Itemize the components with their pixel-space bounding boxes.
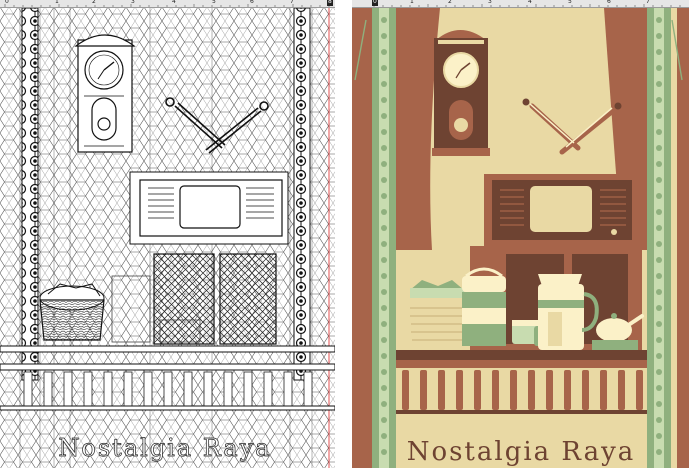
woven-basket[interactable] [408, 280, 466, 348]
color-artwork[interactable]: Nostalgia Raya [352, 0, 689, 468]
ruler-label: 2 [448, 0, 452, 5]
ruler-label: 3 [131, 0, 135, 5]
panel-gap [335, 0, 352, 468]
ruler-label: 7 [646, 0, 650, 5]
horizontal-ruler-left[interactable]: 0 1 2 3 4 5 6 7 8 [0, 0, 335, 8]
ruler-label: 1 [410, 0, 414, 5]
cabinet-outline[interactable] [129, 171, 289, 245]
tiffin-carrier[interactable] [462, 267, 506, 346]
ruler-label: 6 [607, 0, 611, 5]
basket-outline[interactable] [39, 283, 105, 341]
border-column-right [647, 8, 671, 468]
border-column-left [21, 7, 39, 381]
artwork-title: Nostalgia Raya [407, 437, 636, 467]
cupboard-door-left[interactable] [153, 253, 215, 345]
ruler-label: 6 [250, 0, 254, 5]
cupboard-door-right[interactable] [219, 253, 277, 345]
ruler-label: 4 [528, 0, 532, 5]
ruler-label: 8 [327, 0, 333, 6]
horizontal-ruler-right[interactable]: 0 1 2 3 4 5 6 7 [352, 0, 689, 8]
pendulum-clock[interactable] [432, 30, 490, 156]
preview-view-panel[interactable]: 0 1 2 3 4 5 6 7 Nostalgia Raya [352, 0, 689, 468]
border-column-left [372, 8, 396, 468]
ruler-ticks [373, 4, 681, 7]
retro-television[interactable] [484, 174, 640, 246]
ruler-label: 7 [290, 0, 294, 5]
ruler-label: 5 [212, 0, 216, 5]
ruler-label: 3 [488, 0, 492, 5]
ruler-label: 4 [172, 0, 176, 5]
ruler-label: 5 [568, 0, 572, 5]
ruler-label: 2 [92, 0, 96, 5]
tv-screen [530, 186, 592, 232]
wireframe-view-panel[interactable]: 0 1 2 3 4 5 6 7 8 Nostalgia Raya [0, 0, 335, 468]
wireframe-title: Nostalgia Raya [58, 434, 271, 462]
wireframe-artwork[interactable]: Nostalgia Raya [0, 0, 335, 468]
balustrade [396, 368, 647, 414]
border-column-right [293, 7, 311, 381]
shelf [396, 350, 647, 360]
ruler-label: 0 [5, 0, 9, 5]
ruler-label: 0 [372, 0, 378, 6]
ruler-ticks [4, 4, 330, 7]
frame-right [677, 8, 689, 468]
clock-outline[interactable] [74, 34, 136, 153]
ruler-label: 1 [55, 0, 59, 5]
shelf-rail [396, 360, 647, 368]
